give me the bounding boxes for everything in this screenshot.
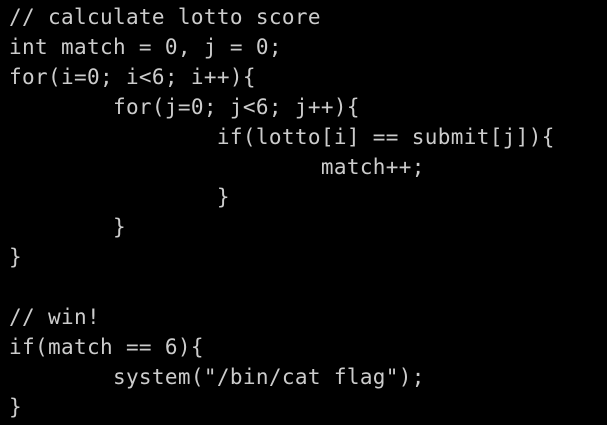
terminal-window: // calculate lotto score int match = 0, … [0,0,607,425]
code-line-declaration: int match = 0, j = 0; [9,35,282,59]
code-line-close-if: } [9,185,230,209]
code-line-outer-for: for(i=0; i<6; i++){ [9,65,256,89]
code-line-comment-win: // win! [9,305,100,329]
code-line-close-outer-for: } [9,245,22,269]
code-line-system-call: system("/bin/cat flag"); [9,365,425,389]
code-line-comment-calculate: // calculate lotto score [9,5,321,29]
code-line-close-inner-for: } [9,215,126,239]
code-line-close-if-match: } [9,395,22,419]
code-line-inner-for: for(j=0; j<6; j++){ [9,95,360,119]
code-line-if-compare: if(lotto[i] == submit[j]){ [9,125,555,149]
code-line-match-increment: match++; [9,155,425,179]
code-line-if-match: if(match == 6){ [9,335,204,359]
